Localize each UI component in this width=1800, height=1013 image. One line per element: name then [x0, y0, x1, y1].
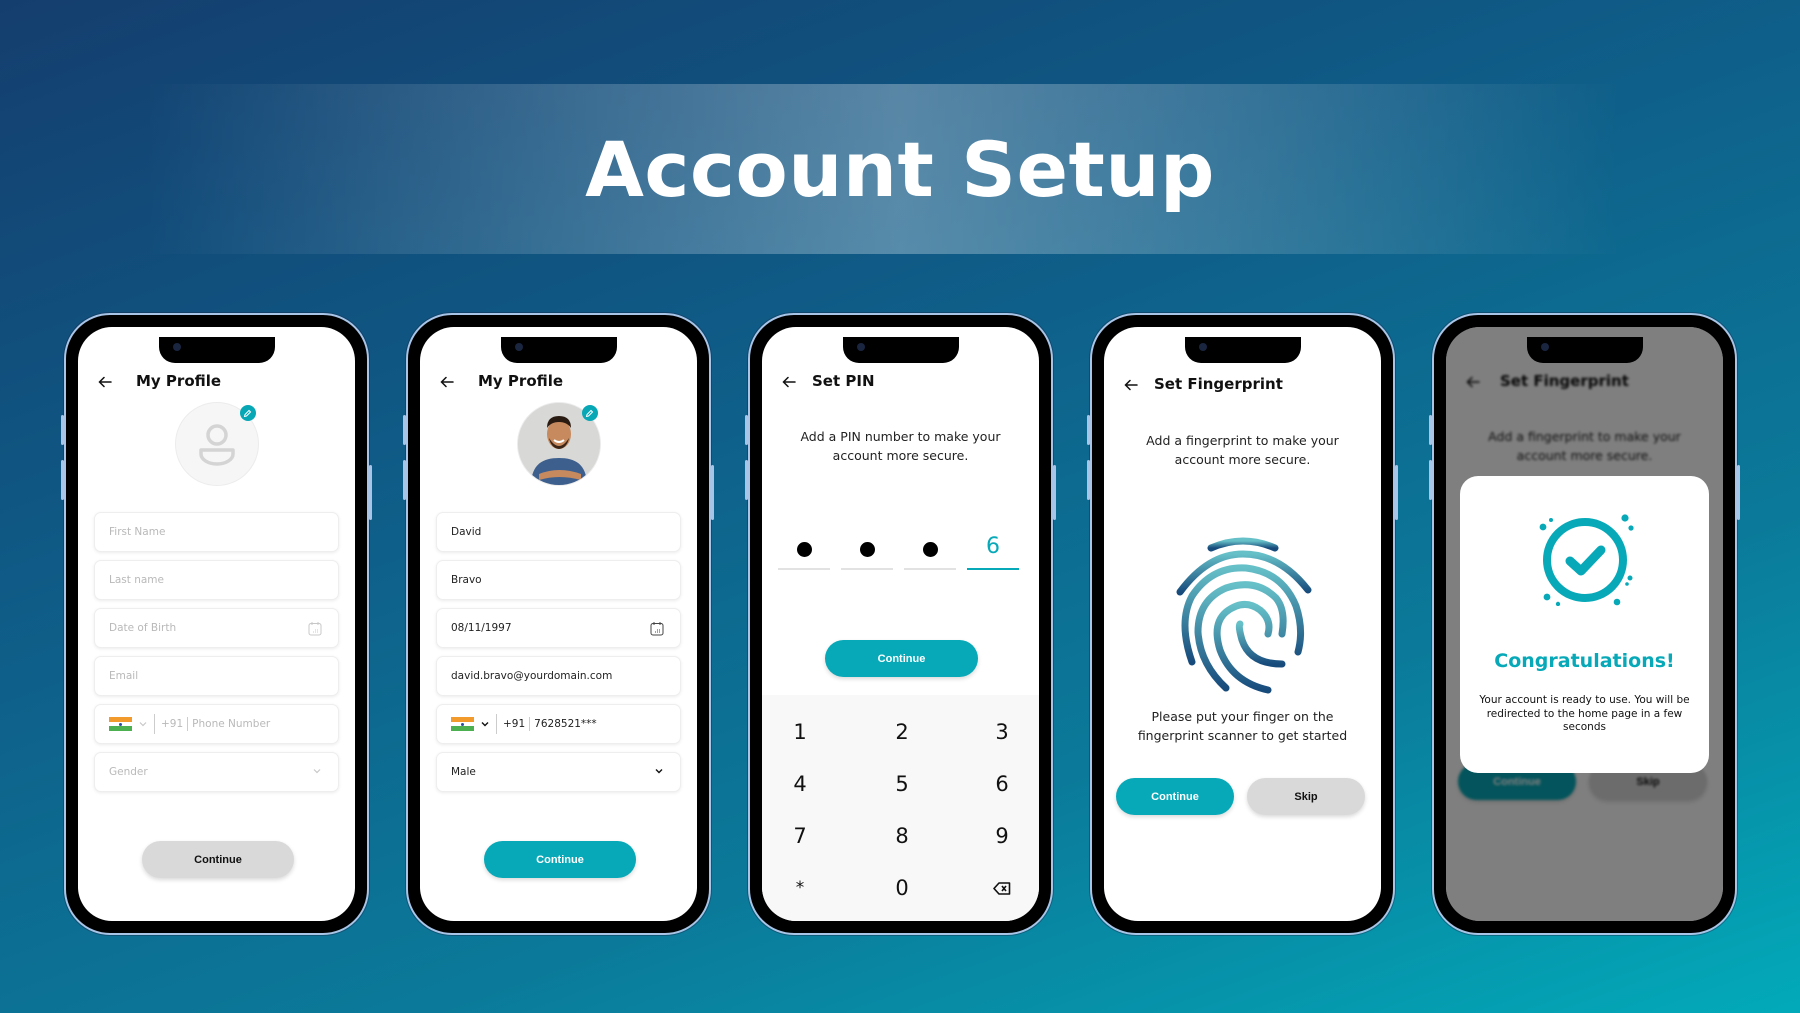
- key-7[interactable]: 7: [770, 819, 830, 853]
- pin-dot: [922, 542, 938, 557]
- key-star[interactable]: *: [770, 871, 830, 905]
- pin-slot[interactable]: [778, 532, 830, 570]
- email-field[interactable]: david.bravo@yourdomain.com: [436, 656, 681, 696]
- key-3[interactable]: 3: [972, 715, 1032, 749]
- notch: [842, 337, 959, 363]
- date-of-birth-field[interactable]: 08/11/1997: [436, 608, 681, 648]
- first-name-field[interactable]: First Name: [94, 512, 339, 552]
- backspace-key[interactable]: [972, 871, 1032, 905]
- fingerprint-description: Add a fingerprint to make your account m…: [1146, 433, 1339, 467]
- email-field[interactable]: Email: [94, 656, 339, 696]
- phone-profile-filled: My Profile David Bravo 08/11/1997 david.…: [403, 313, 714, 935]
- screen: My Profile First Name Last name Date of …: [78, 327, 355, 921]
- pin-digit: 6: [986, 534, 1000, 559]
- key-6[interactable]: 6: [972, 767, 1032, 801]
- pin-slot[interactable]: [904, 532, 956, 570]
- header: Set PIN: [762, 369, 1039, 395]
- modal-message: Your account is ready to use. You will b…: [1479, 694, 1690, 733]
- date-of-birth-field[interactable]: Date of Birth: [94, 608, 339, 648]
- header-title: Set Fingerprint: [1154, 375, 1283, 393]
- calendar-icon[interactable]: [308, 621, 322, 636]
- header: My Profile: [78, 369, 355, 395]
- phone-field[interactable]: +91 7628521***: [436, 704, 681, 744]
- phone-success: Set Fingerprint Add a fingerprint to mak…: [1429, 313, 1740, 935]
- notch: [500, 337, 617, 363]
- arrow-left-icon[interactable]: [436, 369, 458, 395]
- screen: Set Fingerprint Add a fingerprint to mak…: [1104, 327, 1381, 921]
- phone-set-fingerprint: Set Fingerprint Add a fingerprint to mak…: [1087, 313, 1398, 935]
- notch: [1184, 337, 1301, 363]
- success-modal: Congratulations! Your account is ready t…: [1460, 476, 1709, 773]
- numeric-keypad: 1 2 3 4 5 6 7 8 9 * 0: [762, 695, 1039, 921]
- check-circle-icon: [1539, 514, 1634, 606]
- continue-button[interactable]: Continue: [484, 841, 636, 878]
- chevron-down-icon: [313, 769, 321, 774]
- india-flag-icon[interactable]: [109, 717, 132, 732]
- modal-title: Congratulations!: [1494, 650, 1675, 672]
- fingerprint-icon: [1176, 537, 1311, 694]
- key-9[interactable]: 9: [972, 819, 1032, 853]
- key-2[interactable]: 2: [872, 715, 932, 749]
- skip-button[interactable]: Skip: [1247, 778, 1365, 815]
- last-name-field[interactable]: Last name: [94, 560, 339, 600]
- key-4[interactable]: 4: [770, 767, 830, 801]
- country-code: +91: [503, 718, 526, 730]
- screen: Set PIN Add a PIN number to make your ac…: [762, 327, 1039, 921]
- pin-dot: [859, 542, 875, 557]
- header-title: Set PIN: [812, 372, 875, 390]
- avatar[interactable]: [174, 402, 259, 486]
- pin-slot-active[interactable]: 6: [967, 532, 1019, 570]
- phone-field[interactable]: +91 Phone Number: [94, 704, 339, 744]
- avatar[interactable]: [516, 402, 601, 486]
- gender-select[interactable]: Gender: [94, 752, 339, 792]
- arrow-left-icon[interactable]: [1120, 372, 1142, 398]
- key-0[interactable]: 0: [872, 871, 932, 905]
- notch: [158, 337, 275, 363]
- phone-set-pin: Set PIN Add a PIN number to make your ac…: [745, 313, 1056, 935]
- header: My Profile: [420, 369, 697, 395]
- pencil-icon[interactable]: [239, 405, 256, 421]
- chevron-down-icon[interactable]: [480, 719, 490, 729]
- continue-button[interactable]: Continue: [825, 640, 978, 677]
- last-name-field[interactable]: Bravo: [436, 560, 681, 600]
- chevron-down-icon: [655, 769, 663, 774]
- pencil-icon[interactable]: [581, 405, 598, 421]
- header-title: My Profile: [136, 372, 222, 390]
- pin-dot: [796, 542, 812, 557]
- calendar-icon[interactable]: [650, 621, 664, 636]
- chevron-down-icon[interactable]: [138, 719, 148, 729]
- page-title: Account Setup: [585, 124, 1215, 214]
- phone-profile-empty: My Profile First Name Last name Date of …: [61, 313, 372, 935]
- header: Set Fingerprint: [1104, 372, 1381, 398]
- pin-description: Add a PIN number to make your account mo…: [800, 429, 1001, 463]
- backspace-icon: [993, 881, 1011, 895]
- key-1[interactable]: 1: [770, 715, 830, 749]
- key-8[interactable]: 8: [872, 819, 932, 853]
- header-title: My Profile: [478, 372, 564, 390]
- gender-select[interactable]: Male: [436, 752, 681, 792]
- continue-button[interactable]: Continue: [1116, 778, 1234, 815]
- arrow-left-icon[interactable]: [778, 369, 800, 395]
- screen: My Profile David Bravo 08/11/1997 david.…: [420, 327, 697, 921]
- first-name-field[interactable]: David: [436, 512, 681, 552]
- india-flag-icon[interactable]: [451, 717, 474, 732]
- fingerprint-instruction: Please put your finger on the fingerprin…: [1137, 709, 1348, 743]
- continue-button[interactable]: Continue: [142, 841, 294, 878]
- notch: [1526, 337, 1643, 363]
- key-5[interactable]: 5: [872, 767, 932, 801]
- pin-slot[interactable]: [841, 532, 893, 570]
- country-code: +91: [161, 718, 184, 730]
- screen: Set Fingerprint Add a fingerprint to mak…: [1446, 327, 1723, 921]
- arrow-left-icon[interactable]: [94, 369, 116, 395]
